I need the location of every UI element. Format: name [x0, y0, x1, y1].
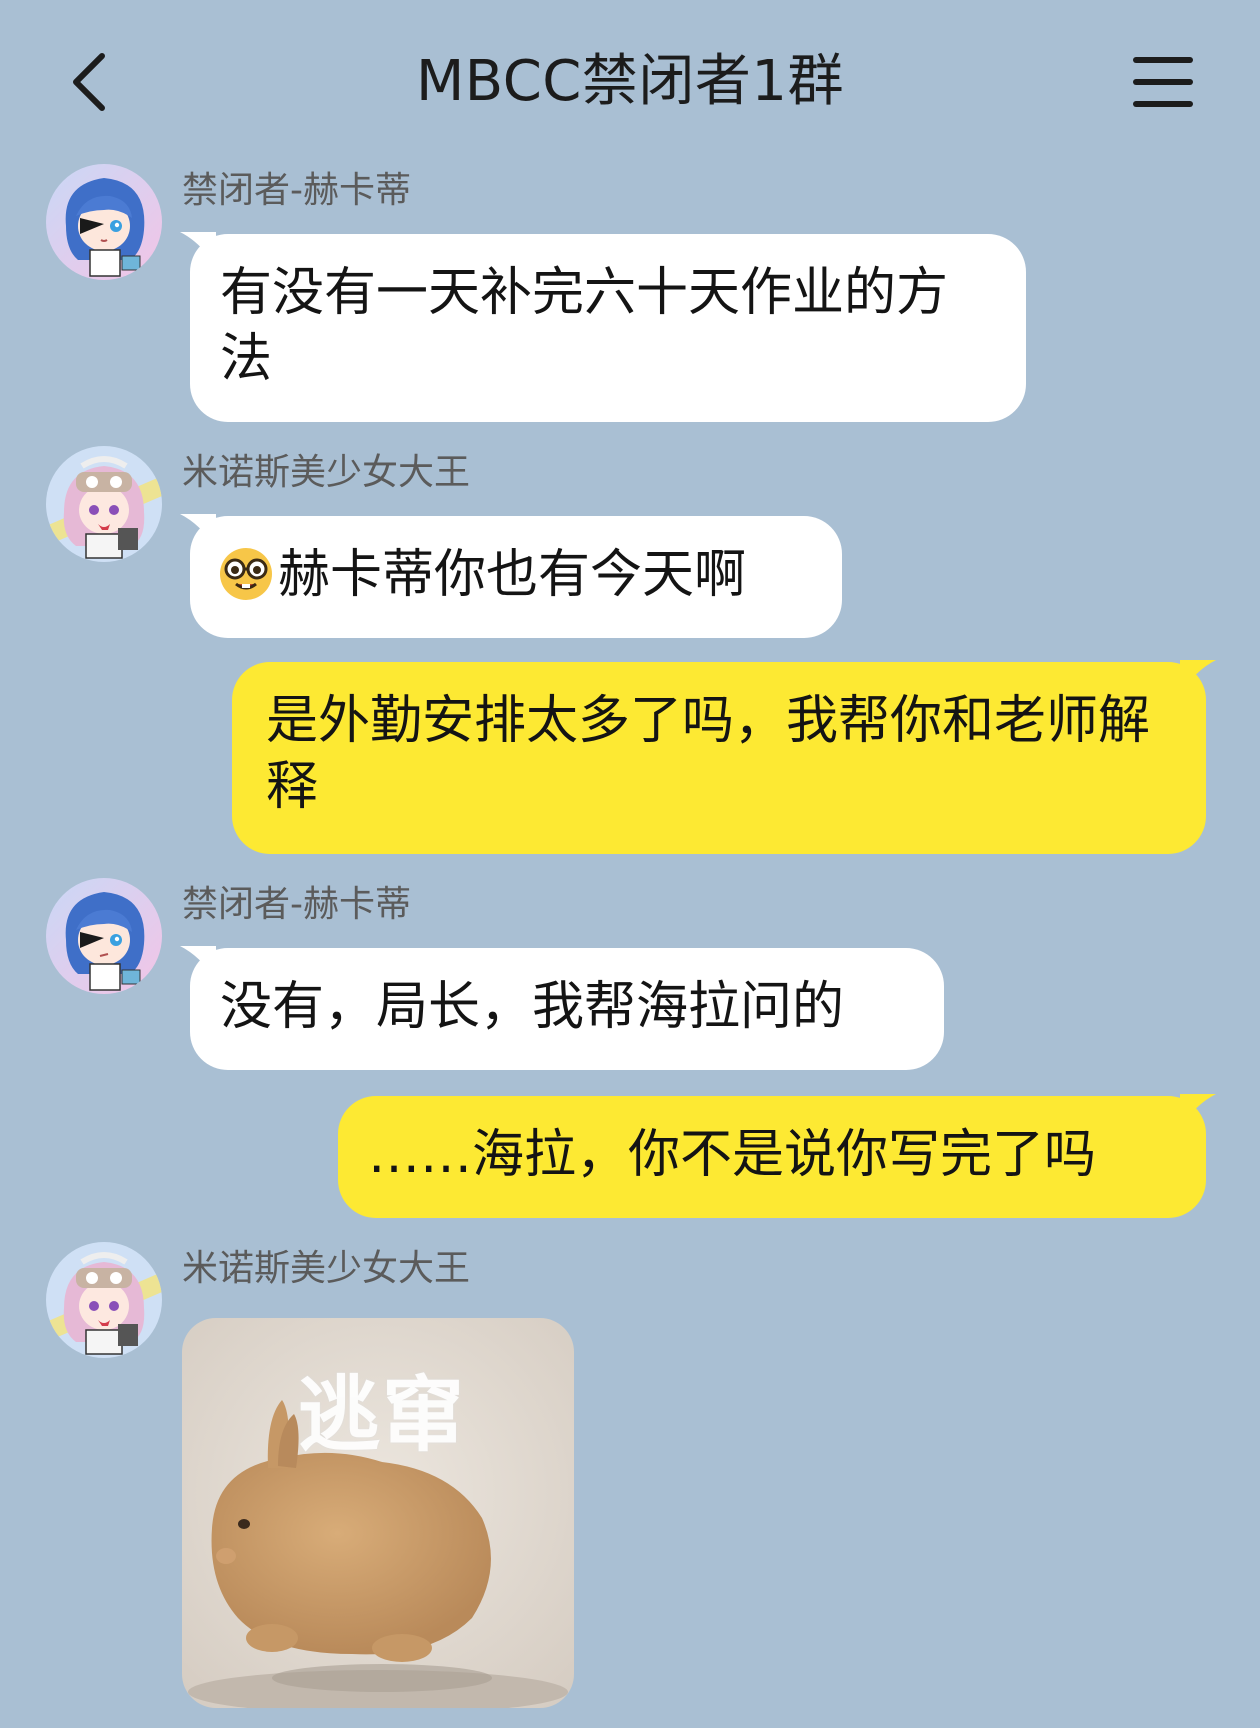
sender-name: 禁闭者-赫卡蒂 — [182, 170, 411, 211]
hamburger-menu-icon — [1133, 57, 1193, 107]
bubble-tail — [1180, 660, 1216, 694]
message-text: 赫卡蒂你也有今天啊 — [278, 545, 747, 605]
message-text: 没有，局长，我帮海拉问的 — [220, 977, 845, 1037]
sender-name: 米诺斯美少女大王 — [182, 452, 471, 493]
message-text: ……海拉，你不是说你写完了吗 — [368, 1125, 1097, 1185]
sender-name: 米诺斯美少女大王 — [182, 1248, 471, 1289]
message-text: 有没有一天补完六十天作业的方法 — [220, 263, 949, 389]
avatar-minos[interactable] — [46, 1242, 162, 1358]
bubble-tail — [180, 946, 216, 980]
avatar-hecate[interactable] — [46, 164, 162, 280]
menu-button[interactable] — [1130, 52, 1196, 112]
message-bubble-incoming[interactable]: 没有，局长，我帮海拉问的 — [180, 946, 944, 1070]
avatar-hecate[interactable] — [46, 878, 162, 994]
message-bubble-outgoing[interactable]: 是外勤安排太多了吗，我帮你和老师解释 — [232, 660, 1216, 854]
sticker-caption: 逃窜 — [298, 1368, 467, 1463]
bubble-tail — [180, 232, 216, 266]
message-bubble-incoming[interactable]: 赫卡蒂你也有今天啊 — [180, 514, 842, 638]
bubble-tail — [180, 514, 216, 548]
nerd-face-emoji-icon — [220, 548, 272, 600]
avatar-minos[interactable] — [46, 446, 162, 562]
sticker-image[interactable]: 逃窜 — [182, 1318, 574, 1708]
message-bubble-incoming[interactable]: 有没有一天补完六十天作业的方法 — [180, 232, 1026, 422]
message-bubble-outgoing[interactable]: ……海拉，你不是说你写完了吗 — [338, 1094, 1216, 1218]
chat-header: MBCC禁闭者1群 — [0, 0, 1260, 160]
bubble-tail — [1180, 1094, 1216, 1128]
chat-title: MBCC禁闭者1群 — [415, 49, 845, 114]
message-text: 是外勤安排太多了吗，我帮你和老师解释 — [266, 691, 1151, 817]
sender-name: 禁闭者-赫卡蒂 — [182, 884, 411, 925]
